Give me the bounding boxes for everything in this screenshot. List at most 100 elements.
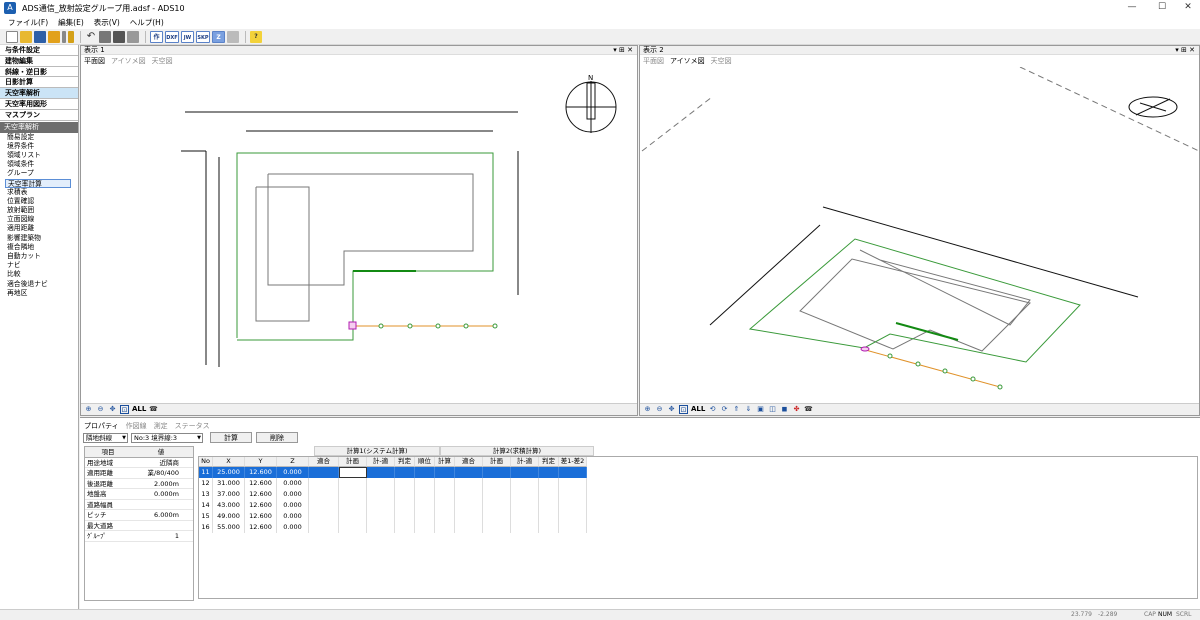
tilt-up-icon[interactable]: ⇑ xyxy=(732,405,741,414)
slant-type-select[interactable]: 隣地斜線 xyxy=(83,433,128,443)
column-header[interactable]: 適合 xyxy=(309,457,339,467)
table-cell[interactable]: 12 xyxy=(199,478,213,489)
table-cell[interactable] xyxy=(455,511,483,522)
table-cell[interactable]: 13 xyxy=(199,489,213,500)
column-header[interactable]: 判定 xyxy=(539,457,559,467)
grid-icon[interactable] xyxy=(227,30,239,43)
table-cell[interactable] xyxy=(367,511,395,522)
help-icon[interactable]: ? xyxy=(250,30,262,43)
table-cell[interactable] xyxy=(483,489,511,500)
sidebar-item[interactable]: 放射範囲 xyxy=(0,206,78,215)
cube-wire-icon[interactable]: ◫ xyxy=(768,405,777,414)
format-button-skp[interactable]: SKP xyxy=(196,30,210,43)
column-header[interactable]: 適合 xyxy=(455,457,483,467)
table-cell[interactable] xyxy=(455,522,483,533)
column-header[interactable]: 計画 xyxy=(339,457,367,467)
pan-icon[interactable]: ✥ xyxy=(667,405,676,414)
sidebar-item[interactable]: 適用距離 xyxy=(0,224,78,233)
table-cell[interactable] xyxy=(309,500,339,511)
zoom-in-icon[interactable]: ⊕ xyxy=(643,405,652,414)
table-cell[interactable] xyxy=(367,467,395,478)
sidebar-item[interactable]: 複合隣地 xyxy=(0,243,78,252)
table-cell[interactable] xyxy=(395,500,415,511)
table-cell[interactable] xyxy=(395,467,415,478)
reset-view-icon[interactable]: ✤ xyxy=(792,405,801,414)
sidebar-item[interactable]: 位置確認 xyxy=(0,197,78,206)
table-cell[interactable]: 12.600 xyxy=(245,522,277,533)
table-cell[interactable]: 12.600 xyxy=(245,489,277,500)
rotate-right-icon[interactable]: ⟳ xyxy=(720,405,729,414)
open-folder-icon[interactable] xyxy=(20,30,32,43)
column-header[interactable]: Y xyxy=(245,457,277,467)
table-cell[interactable] xyxy=(511,522,539,533)
table-cell[interactable] xyxy=(539,511,559,522)
table-cell[interactable] xyxy=(415,478,435,489)
table-cell[interactable] xyxy=(483,522,511,533)
delete-button[interactable]: 削除 xyxy=(256,432,298,443)
property-row[interactable]: 後退距離 2.000m xyxy=(85,479,193,489)
table-cell[interactable] xyxy=(539,489,559,500)
sidebar-item[interactable]: 領域リスト xyxy=(0,151,78,160)
table-cell[interactable] xyxy=(559,467,587,478)
info-icon[interactable] xyxy=(62,30,66,43)
group-conditions[interactable]: 与条件設定 xyxy=(0,45,78,56)
table-cell[interactable]: 11 xyxy=(199,467,213,478)
table-cell[interactable]: 43.000 xyxy=(213,500,245,511)
result-grid[interactable]: No X Y Z 適合 計画 計-適 判定 順位 計算 適合 計画 計-適 判定 差1-差2 11 25.000… xyxy=(198,456,1198,599)
table-cell[interactable]: 0.000 xyxy=(277,511,309,522)
table-cell[interactable] xyxy=(435,467,455,478)
new-file-icon[interactable] xyxy=(6,30,18,43)
column-header[interactable]: 差1-差2 xyxy=(559,457,587,467)
menu-help[interactable]: ヘルプ(H) xyxy=(130,17,164,28)
table-cell[interactable] xyxy=(455,500,483,511)
calculate-button[interactable]: 計算 xyxy=(210,432,252,443)
format-button-dxf[interactable]: DXF xyxy=(165,30,179,43)
table-cell[interactable] xyxy=(435,522,455,533)
table-cell[interactable] xyxy=(483,511,511,522)
tab-status[interactable]: ステータス xyxy=(175,421,210,431)
save-as-icon[interactable] xyxy=(48,30,60,43)
table-cell[interactable] xyxy=(415,489,435,500)
table-cell[interactable] xyxy=(309,478,339,489)
zoom-out-icon[interactable]: ⊖ xyxy=(96,405,105,414)
tab-plan[interactable]: 平面図 xyxy=(643,56,664,66)
table-cell[interactable] xyxy=(339,522,367,533)
property-row[interactable]: ピッチ 6.000m xyxy=(85,510,193,521)
table-cell[interactable] xyxy=(367,522,395,533)
save-icon[interactable] xyxy=(34,30,46,43)
sidebar-item[interactable]: 影響建築物 xyxy=(0,234,78,243)
sidebar-item[interactable]: 簡易設定 xyxy=(0,133,78,142)
table-cell[interactable]: 12.600 xyxy=(245,511,277,522)
column-header[interactable]: 順位 xyxy=(415,457,435,467)
menu-view[interactable]: 表示(V) xyxy=(94,17,120,28)
column-header[interactable]: 判定 xyxy=(395,457,415,467)
tab-properties[interactable]: プロパティ xyxy=(84,421,119,431)
group-sky-ratio[interactable]: 天空率解析 xyxy=(0,88,78,99)
table-cell[interactable]: 0.000 xyxy=(277,500,309,511)
table-cell[interactable] xyxy=(415,511,435,522)
table-cell[interactable] xyxy=(483,467,511,478)
table-cell[interactable]: 15 xyxy=(199,511,213,522)
tab-measure[interactable]: 測定 xyxy=(154,421,168,431)
tab-sky[interactable]: 天空図 xyxy=(152,56,173,66)
table-cell[interactable]: 12.600 xyxy=(245,467,277,478)
table-cell[interactable] xyxy=(435,489,455,500)
table-cell[interactable]: 12.600 xyxy=(245,500,277,511)
format-button-jw[interactable]: JW xyxy=(181,30,194,43)
table-cell[interactable] xyxy=(339,489,367,500)
menu-file[interactable]: ファイル(F) xyxy=(8,17,48,28)
cube-view-icon[interactable]: ▣ xyxy=(756,405,765,414)
table-cell[interactable] xyxy=(435,478,455,489)
group-slant-shadow[interactable]: 斜線・逆日影 xyxy=(0,66,78,78)
group-mass-plan[interactable]: マスプラン xyxy=(0,109,78,121)
table-cell[interactable] xyxy=(435,511,455,522)
sidebar-item[interactable]: 自動カット xyxy=(0,252,78,261)
table-cell[interactable] xyxy=(539,478,559,489)
view-settings-icon[interactable]: ☎ xyxy=(149,405,158,414)
table-cell[interactable] xyxy=(559,522,587,533)
table-cell[interactable] xyxy=(483,500,511,511)
table-cell[interactable] xyxy=(415,500,435,511)
sidebar-item-selected[interactable]: 天空率計算 xyxy=(5,178,71,188)
format-button-saku[interactable]: 作 xyxy=(150,30,163,43)
table-cell[interactable] xyxy=(511,500,539,511)
